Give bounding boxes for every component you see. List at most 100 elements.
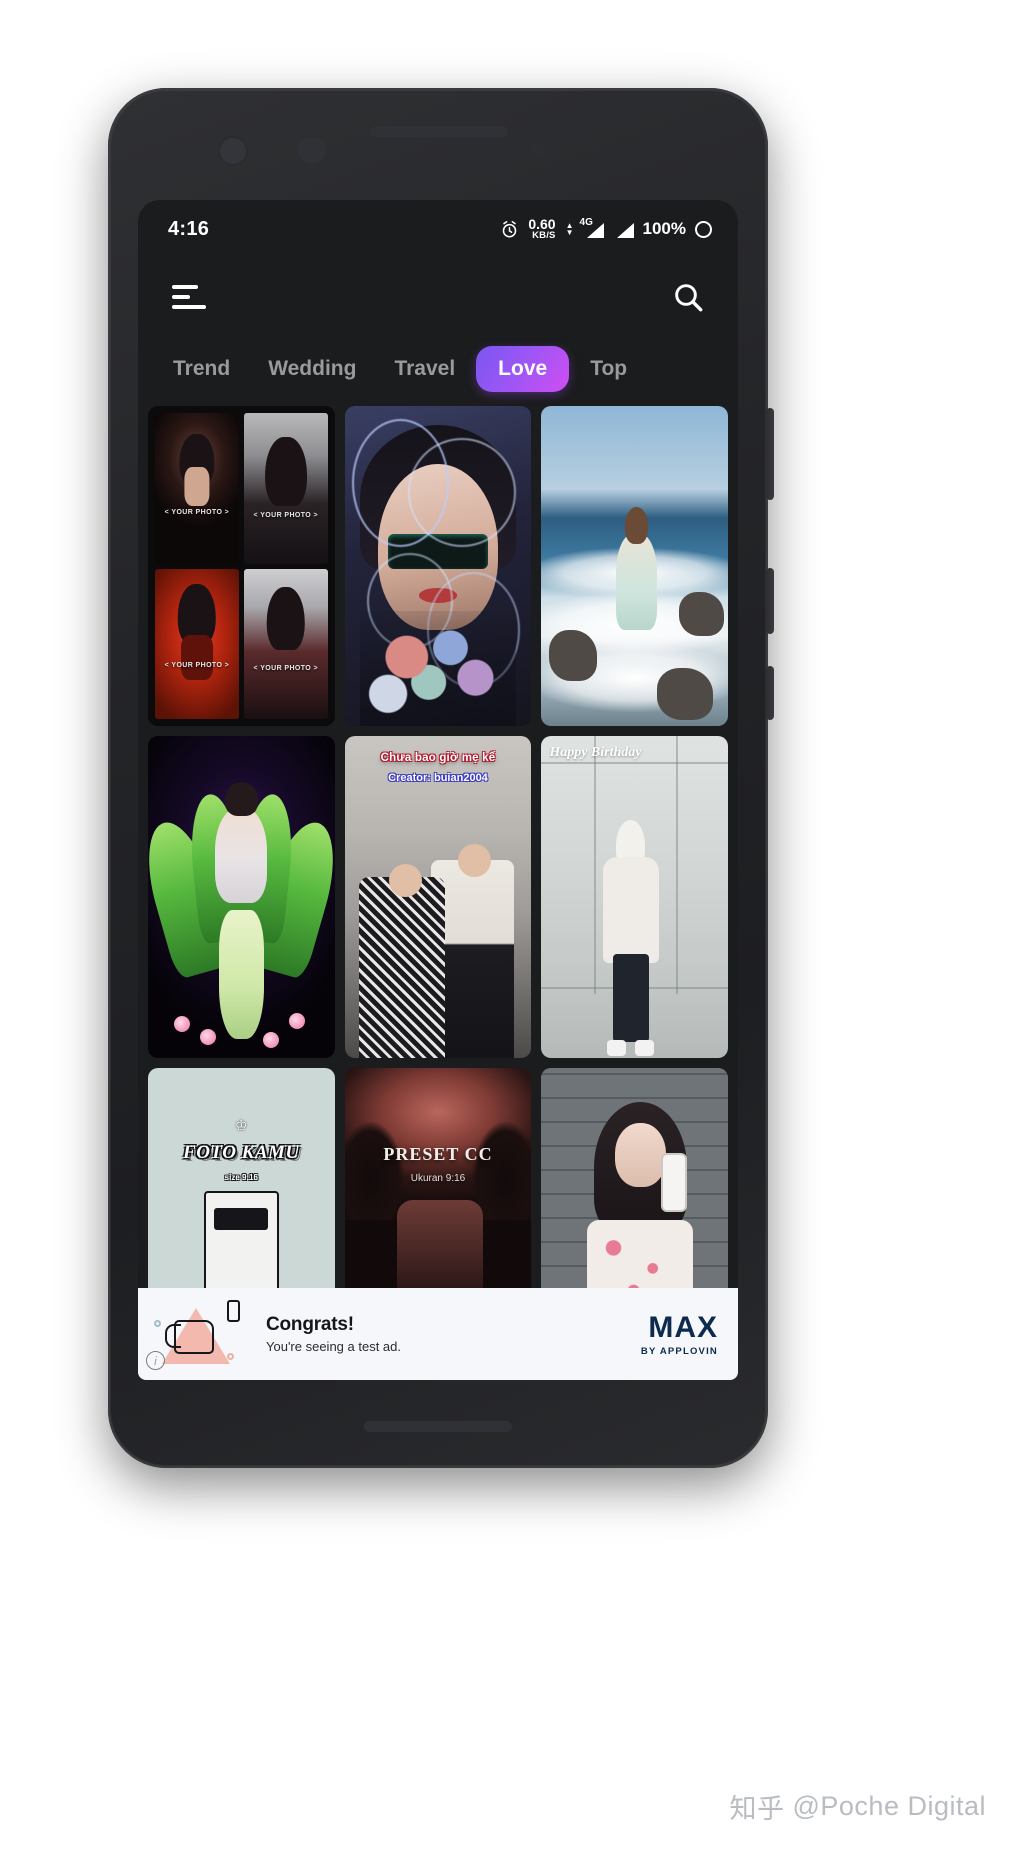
sunglasses-icon [214,1208,269,1231]
template-caption-line1: Chưa bao giờ mẹ kể [380,752,496,764]
battery-ring-icon [695,220,712,238]
tab-wedding[interactable]: Wedding [251,346,373,392]
template-card-beach[interactable] [541,406,728,726]
figure-body [180,634,213,680]
template-subtitle: Ukuran 9:16 [410,1173,466,1185]
hamburger-line [172,295,190,299]
flower-bouquet-overlay [359,610,517,726]
photo-placeholder-label: < YOUR PHOTO > [164,661,230,669]
photo-placeholder-label: < YOUR PHOTO > [253,664,318,672]
template-card-green-plant[interactable] [148,736,335,1058]
battery-percent: 100% [642,219,686,238]
ad-brand: MAX BY APPLOVIN [641,1311,724,1357]
hamburger-line [172,285,198,289]
phone-device: 4:16 0.60 KB/S ▲ ▼ 4G 100% Trend Wedding… [108,88,774,1468]
network-speed: 0.60 KB/S [528,217,555,241]
tab-top[interactable]: Top [573,346,644,392]
search-icon[interactable] [672,281,704,313]
signal-bars-icon-2 [613,221,634,238]
woman-head [388,864,422,898]
blossom [174,1016,191,1033]
signal-triangle [586,222,604,238]
collage-tile: < YOUR PHOTO > [243,568,328,719]
person-figure [215,781,268,904]
coat [602,856,659,964]
hamburger-line [172,305,206,309]
ad-brand-name: MAX [648,1311,718,1344]
ad-title: Congrats! [266,1314,354,1335]
person-in-water [615,507,658,630]
hamburger-menu-icon[interactable] [172,285,206,309]
status-time: 4:16 [168,217,210,240]
photo-placeholder-label: < YOUR PHOTO > [164,509,230,517]
pants [613,954,649,1043]
window-frame-line [541,761,728,764]
tab-love[interactable]: Love [476,346,570,392]
tree-silhouette [344,1121,405,1220]
shoe [635,1039,655,1057]
shoe [607,1039,627,1057]
phone-screen: 4:16 0.60 KB/S ▲ ▼ 4G 100% Trend Wedding… [138,200,738,1380]
info-icon[interactable]: i [146,1351,165,1370]
character-figure [203,1190,279,1294]
category-tabs[interactable]: Trend Wedding Travel Love Top [138,336,738,406]
volume-up-button[interactable] [766,408,774,500]
plant-stalk [218,909,264,1039]
template-grid: < YOUR PHOTO > < YOUR PHOTO > < YOUR PHO… [138,406,738,1313]
woman-figure [359,876,445,1058]
selfie-person [582,1102,698,1313]
rock [548,630,598,682]
watermark-text: @Poche Digital [792,1791,986,1821]
preset-cc-art: PRESET CC Ukuran 9:16 [344,1068,532,1313]
power-button[interactable] [766,666,774,720]
figure-body [184,467,210,507]
neon-portrait-art [344,406,532,726]
blossom [200,1029,217,1046]
signal-triangle [616,222,634,238]
template-card-birthday-shop[interactable]: Happy Birthday [541,736,728,1058]
watermark-logo: 知乎 [729,1794,785,1824]
template-card-foto-kamu[interactable]: ♔ FOTO KAMU size 9:16 [148,1068,335,1313]
volume-down-button[interactable] [766,568,774,634]
decorative-dot [154,1320,161,1327]
alarm-clock-icon [503,220,517,237]
network-speed-value: 0.60 [528,216,556,233]
ad-banner[interactable]: Congrats! You're seeing a test ad. MAX B… [138,1288,738,1380]
secondary-camera-icon [298,136,326,164]
figure-hair [266,586,306,650]
mirror-selfie-art [541,1068,728,1313]
template-card-collage[interactable]: < YOUR PHOTO > < YOUR PHOTO > < YOUR PHO… [148,406,335,726]
tab-trend[interactable]: Trend [156,346,247,392]
couple-figures [356,843,520,1058]
face [614,1123,666,1187]
watermark: 知乎 @Poche Digital [730,1787,987,1826]
template-card-mirror-selfie[interactable] [541,1068,728,1313]
foto-kamu-art: ♔ FOTO KAMU size 9:16 [148,1068,335,1313]
network-speed-unit: KB/S [532,230,556,242]
template-card-preset-cc[interactable]: PRESET CC Ukuran 9:16 [344,1068,532,1313]
data-transfer-arrows-icon: ▲ ▼ [565,220,574,237]
template-title: FOTO KAMU [183,1141,300,1163]
tab-travel[interactable]: Travel [377,346,472,392]
blossom [262,1032,279,1049]
tree-silhouette [471,1121,532,1220]
template-subtitle: size 9:16 [224,1173,258,1183]
collage-tile: < YOUR PHOTO > [243,413,328,564]
decorative-dot [227,1353,234,1360]
walking-person [602,819,659,1057]
blossom [288,1013,305,1030]
figure-hair [264,437,307,507]
neon-stroke [408,438,517,547]
man-head [457,843,491,877]
template-card-neon-portrait[interactable] [344,406,532,726]
collage-tile: < YOUR PHOTO > [155,568,239,719]
template-caption: Happy Birthday [549,745,642,760]
window-frame-line [593,736,596,994]
signal-bars-icon-1: 4G [580,217,604,238]
vietnamese-couple-art: Chưa bao giờ mẹ kể Creator: buian2004 [344,736,532,1058]
template-card-vietnamese-couple[interactable]: Chưa bao giờ mẹ kể Creator: buian2004 [344,736,532,1058]
window-frame-line [675,736,678,994]
phone-icon [227,1300,240,1322]
birthday-shop-art: Happy Birthday [541,736,728,1058]
status-bar: 4:16 0.60 KB/S ▲ ▼ 4G 100% [138,200,738,258]
